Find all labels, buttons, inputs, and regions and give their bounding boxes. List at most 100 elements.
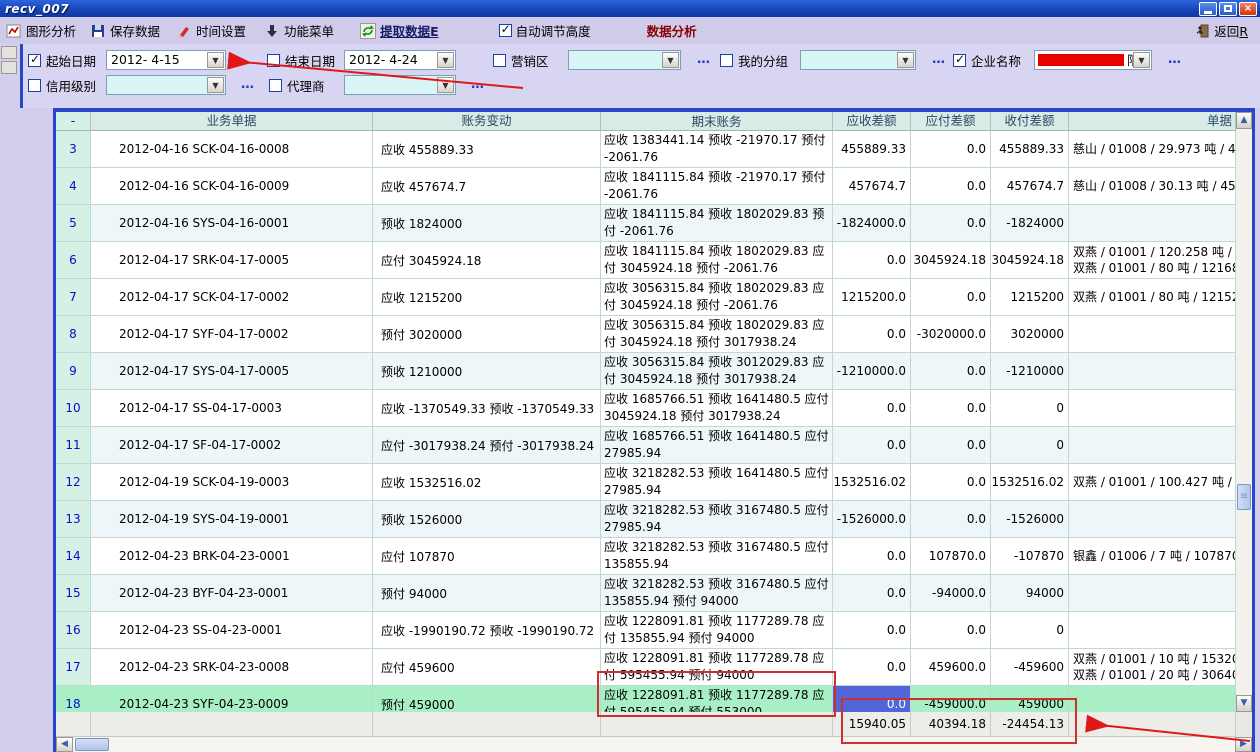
cell-change[interactable]: 预付 94000 — [373, 575, 601, 612]
cell-recv-diff[interactable]: 1532516.02 — [833, 464, 911, 501]
cell-net-diff[interactable]: -107870 — [991, 538, 1069, 575]
minimize-button[interactable] — [1199, 2, 1217, 16]
table-row[interactable]: 132012-04-19 SYS-04-19-0001预收 1526000应收 … — [56, 501, 1236, 538]
header-change[interactable]: 账务变动 — [373, 112, 601, 131]
header-bill[interactable]: 单据 — [1069, 112, 1236, 131]
cell-net-diff[interactable]: 94000 — [991, 575, 1069, 612]
cell-net-diff[interactable]: 0 — [991, 390, 1069, 427]
cell-final[interactable]: 应收 1841115.84 预收 1802029.83 应付 3045924.1… — [601, 242, 833, 279]
cell-recv-diff[interactable]: 0.0 — [833, 390, 911, 427]
cell-net-diff[interactable]: 0 — [991, 427, 1069, 464]
cell-pay-diff[interactable]: 0.0 — [911, 427, 991, 464]
cell-pay-diff[interactable]: -3020000.0 — [911, 316, 991, 353]
cell-document[interactable]: 2012-04-23 SRK-04-23-0008 — [91, 649, 373, 686]
cell-document[interactable]: 2012-04-17 SCK-04-17-0002 — [91, 279, 373, 316]
cell-row-number[interactable]: 14 — [56, 538, 91, 575]
marketing-area-combo[interactable]: ▼ — [568, 50, 681, 70]
cell-recv-diff[interactable]: 0.0 — [833, 242, 911, 279]
header-recv-diff[interactable]: 应收差额 — [833, 112, 911, 131]
data-analysis-button[interactable]: 数据分析 — [643, 19, 701, 42]
end-date-checkbox[interactable] — [267, 54, 280, 67]
marketing-area-more-button[interactable]: … — [697, 52, 711, 67]
cell-row-number[interactable]: 15 — [56, 575, 91, 612]
table-row[interactable]: 152012-04-23 BYF-04-23-0001预付 94000应收 32… — [56, 575, 1236, 612]
auto-height-checkbox[interactable] — [499, 24, 512, 37]
cell-net-diff[interactable]: 0 — [991, 612, 1069, 649]
cell-document[interactable]: 2012-04-23 SS-04-23-0001 — [91, 612, 373, 649]
auto-height-toggle[interactable]: 自动调节高度 — [495, 19, 595, 42]
cell-row-number[interactable]: 10 — [56, 390, 91, 427]
start-date-checkbox[interactable] — [28, 54, 41, 67]
cell-document[interactable]: 2012-04-23 BRK-04-23-0001 — [91, 538, 373, 575]
vertical-scrollbar[interactable]: ▲ ▼ — [1236, 112, 1252, 712]
cell-change[interactable]: 预收 1526000 — [373, 501, 601, 538]
cell-change[interactable]: 应收 457674.7 — [373, 168, 601, 205]
cell-final[interactable]: 应收 3218282.53 预收 3167480.5 应付 135855.94 … — [601, 575, 833, 612]
cell-bill[interactable]: 双燕 / 01001 / 80 吨 / 1215200 — [1069, 279, 1236, 316]
agent-checkbox[interactable] — [269, 79, 282, 92]
cell-final[interactable]: 应收 1841115.84 预收 -21970.17 预付 -2061.76 — [601, 168, 833, 205]
chevron-down-icon[interactable]: ▼ — [207, 52, 224, 68]
cell-bill[interactable]: 双燕 / 01001 / 10 吨 / 153200双燕 / 01001 / 2… — [1069, 649, 1236, 686]
cell-row-number[interactable]: 3 — [56, 131, 91, 168]
chevron-down-icon[interactable]: ▼ — [897, 52, 914, 68]
cell-net-diff[interactable]: 1215200 — [991, 279, 1069, 316]
scroll-left-button[interactable]: ◀ — [56, 737, 73, 752]
credit-level-checkbox[interactable] — [28, 79, 41, 92]
marketing-area-checkbox[interactable] — [493, 54, 506, 67]
cell-recv-diff[interactable]: 457674.7 — [833, 168, 911, 205]
cell-row-number[interactable]: 4 — [56, 168, 91, 205]
cell-document[interactable]: 2012-04-16 SYS-04-16-0001 — [91, 205, 373, 242]
cell-document[interactable]: 2012-04-17 SS-04-17-0003 — [91, 390, 373, 427]
cell-bill[interactable] — [1069, 316, 1236, 353]
cell-bill[interactable]: 慈山 / 01008 / 29.973 吨 / 4558 — [1069, 131, 1236, 168]
cell-pay-diff[interactable]: 0.0 — [911, 390, 991, 427]
agent-combo[interactable]: ▼ — [344, 75, 456, 95]
chevron-down-icon[interactable]: ▼ — [437, 52, 454, 68]
my-group-checkbox[interactable] — [720, 54, 733, 67]
cell-final[interactable]: 应收 3056315.84 预收 1802029.83 应付 3045924.1… — [601, 279, 833, 316]
cell-pay-diff[interactable]: 3045924.18 — [911, 242, 991, 279]
table-row[interactable]: 82012-04-17 SYF-04-17-0002预付 3020000应收 3… — [56, 316, 1236, 353]
graph-analysis-button[interactable]: 图形分析 — [2, 19, 80, 42]
cell-net-diff[interactable]: -1526000 — [991, 501, 1069, 538]
cell-bill[interactable]: 慈山 / 01008 / 30.13 吨 / 4576 — [1069, 168, 1236, 205]
chevron-down-icon[interactable]: ▼ — [207, 77, 224, 93]
cell-bill[interactable] — [1069, 427, 1236, 464]
cell-row-number[interactable]: 6 — [56, 242, 91, 279]
cell-change[interactable]: 应付 107870 — [373, 538, 601, 575]
cell-pay-diff[interactable]: 0.0 — [911, 612, 991, 649]
table-row[interactable]: 142012-04-23 BRK-04-23-0001应付 107870应收 3… — [56, 538, 1236, 575]
cell-pay-diff[interactable]: 0.0 — [911, 168, 991, 205]
cell-document[interactable]: 2012-04-17 SYF-04-17-0002 — [91, 316, 373, 353]
cell-change[interactable]: 预收 1824000 — [373, 205, 601, 242]
cell-row-number[interactable]: 16 — [56, 612, 91, 649]
cell-recv-diff[interactable]: 455889.33 — [833, 131, 911, 168]
header-pay-diff[interactable]: 应付差额 — [911, 112, 991, 131]
table-row[interactable]: 102012-04-17 SS-04-17-0003应收 -1370549.33… — [56, 390, 1236, 427]
table-row[interactable]: 72012-04-17 SCK-04-17-0002应收 1215200应收 3… — [56, 279, 1236, 316]
cell-document[interactable]: 2012-04-16 SCK-04-16-0008 — [91, 131, 373, 168]
cell-pay-diff[interactable]: 0.0 — [911, 131, 991, 168]
cell-change[interactable]: 应收 1215200 — [373, 279, 601, 316]
cell-net-diff[interactable]: 455889.33 — [991, 131, 1069, 168]
cell-change[interactable]: 应收 -1370549.33 预收 -1370549.33 — [373, 390, 601, 427]
scroll-down-button[interactable]: ▼ — [1236, 695, 1252, 712]
cell-recv-diff[interactable]: 0.0 — [833, 316, 911, 353]
cell-change[interactable]: 预收 1210000 — [373, 353, 601, 390]
cell-net-diff[interactable]: 457674.7 — [991, 168, 1069, 205]
maximize-button[interactable] — [1219, 2, 1237, 16]
table-row[interactable]: 52012-04-16 SYS-04-16-0001预收 1824000应收 1… — [56, 205, 1236, 242]
cell-final[interactable]: 应收 1685766.51 预收 1641480.5 应付 27985.94 — [601, 427, 833, 464]
cell-change[interactable]: 应收 1532516.02 — [373, 464, 601, 501]
cell-recv-diff[interactable]: 0.0 — [833, 649, 911, 686]
cell-row-number[interactable]: 5 — [56, 205, 91, 242]
cell-final[interactable]: 应收 3056315.84 预收 1802029.83 应付 3045924.1… — [601, 316, 833, 353]
cell-net-diff[interactable]: 1532516.02 — [991, 464, 1069, 501]
cell-final[interactable]: 应收 3056315.84 预收 3012029.83 应付 3045924.1… — [601, 353, 833, 390]
scroll-up-button[interactable]: ▲ — [1236, 112, 1252, 129]
cell-final[interactable]: 应收 3218282.53 预收 1641480.5 应付 27985.94 — [601, 464, 833, 501]
cell-bill[interactable] — [1069, 390, 1236, 427]
chevron-down-icon[interactable]: ▼ — [1133, 52, 1150, 68]
table-row[interactable]: 112012-04-17 SF-04-17-0002应付 -3017938.24… — [56, 427, 1236, 464]
